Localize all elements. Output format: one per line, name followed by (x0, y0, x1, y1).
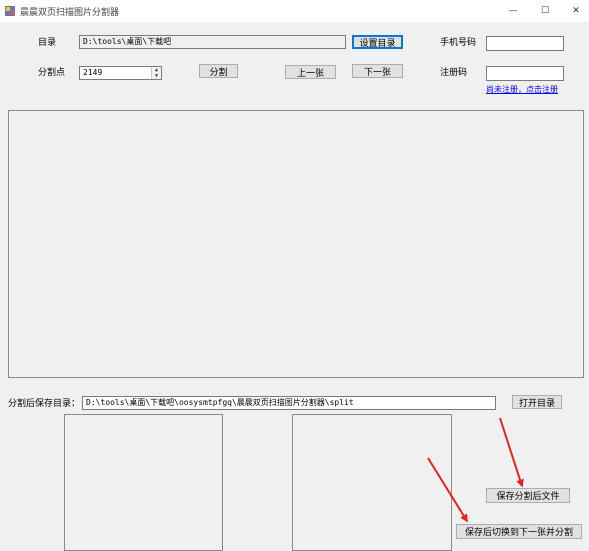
stepper-arrows[interactable]: ▲ ▼ (151, 67, 161, 79)
register-code-label: 注册码 (440, 68, 468, 78)
phone-label: 手机号码 (440, 38, 477, 48)
set-directory-button[interactable]: 设置目录 (352, 35, 403, 49)
split-button[interactable]: 分割 (199, 64, 238, 78)
stepper-down-icon[interactable]: ▼ (152, 73, 161, 79)
save-and-next-button[interactable]: 保存后切换到下一张并分割 (456, 524, 582, 539)
next-image-button[interactable]: 下一张 (352, 64, 403, 78)
maximize-button[interactable]: ☐ (530, 0, 560, 22)
split-point-stepper[interactable]: 2149 ▲ ▼ (79, 66, 162, 80)
save-directory-field[interactable]: D:\tools\桌面\下载吧\oosysmtpfgq\晨晨双页扫描图片分割器\… (82, 396, 496, 410)
split-point-label: 分割点 (38, 68, 66, 78)
directory-field[interactable]: D:\tools\桌面\下载吧 (79, 35, 346, 49)
open-directory-button[interactable]: 打开目录 (512, 395, 562, 409)
app-icon (5, 6, 15, 16)
right-split-preview (292, 414, 452, 551)
save-directory-label: 分割后保存目录： (8, 399, 81, 409)
arrow-to-save-split-icon (499, 417, 524, 488)
left-split-preview (64, 414, 223, 551)
minimize-button[interactable]: — (498, 0, 528, 22)
register-link[interactable]: 尚未注册，点击注册 (486, 84, 558, 95)
split-point-value: 2149 (83, 68, 103, 77)
prev-image-button[interactable]: 上一张 (285, 65, 336, 79)
register-code-field[interactable] (486, 66, 564, 81)
main-image-preview (8, 110, 584, 378)
phone-field[interactable] (486, 36, 564, 51)
save-split-files-button[interactable]: 保存分割后文件 (486, 488, 570, 503)
directory-label: 目录 (38, 38, 57, 48)
close-button[interactable]: ✕ (561, 0, 589, 22)
window-title: 晨晨双页扫描图片分割器 (20, 8, 120, 18)
